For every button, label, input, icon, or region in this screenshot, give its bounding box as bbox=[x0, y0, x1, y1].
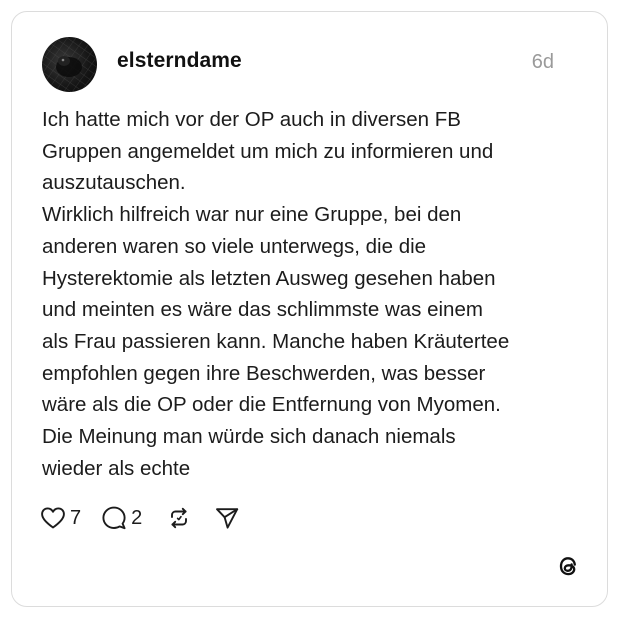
post-text-line: als Frau passieren kann. Manche haben Kr… bbox=[42, 329, 510, 353]
repost-button[interactable] bbox=[166, 506, 192, 530]
post-text-line: Hysterektomie als letzten Ausweg gesehen… bbox=[42, 266, 496, 290]
share-button[interactable] bbox=[214, 506, 240, 530]
avatar[interactable] bbox=[42, 37, 97, 92]
post-text-line: und meinten es wäre das schlimmste was e… bbox=[42, 298, 483, 322]
post-text-line: empfohlen gegen ihre Beschwerden, was be… bbox=[42, 361, 486, 385]
like-count: 7 bbox=[70, 506, 82, 529]
post-text-line: auszutauschen. bbox=[42, 171, 186, 195]
post-text-line: Wirklich hilfreich war nur eine Gruppe, … bbox=[42, 203, 462, 227]
post-card: elsterndame 6d Ich hatte mich vor der OP… bbox=[11, 11, 608, 607]
post-timestamp: 6d bbox=[531, 51, 554, 73]
post-text-line: Die Meinung man würde sich danach niemal… bbox=[42, 425, 456, 449]
post-text-line: wäre als die OP oder die Entfernung von … bbox=[42, 393, 501, 417]
post-text-line: wieder als echte bbox=[42, 456, 191, 480]
post-text-line: Gruppen angemeldet um mich zu informiere… bbox=[42, 139, 494, 163]
send-icon bbox=[214, 506, 240, 530]
comment-icon bbox=[101, 505, 127, 531]
threads-logo-icon[interactable] bbox=[553, 551, 583, 581]
post-actions: 7 2 bbox=[40, 502, 240, 534]
repost-icon bbox=[166, 506, 192, 530]
post-text-line: Ich hatte mich vor der OP auch in divers… bbox=[42, 108, 461, 131]
heart-icon bbox=[40, 506, 66, 530]
reply-count: 2 bbox=[131, 506, 143, 529]
post-text: Ich hatte mich vor der OP auch in divers… bbox=[42, 104, 587, 484]
username[interactable]: elsterndame bbox=[117, 49, 242, 73]
reply-button[interactable]: 2 bbox=[101, 505, 142, 531]
post-text-line: anderen waren so viele unterwegs, die di… bbox=[42, 234, 427, 258]
like-button[interactable]: 7 bbox=[40, 506, 81, 530]
